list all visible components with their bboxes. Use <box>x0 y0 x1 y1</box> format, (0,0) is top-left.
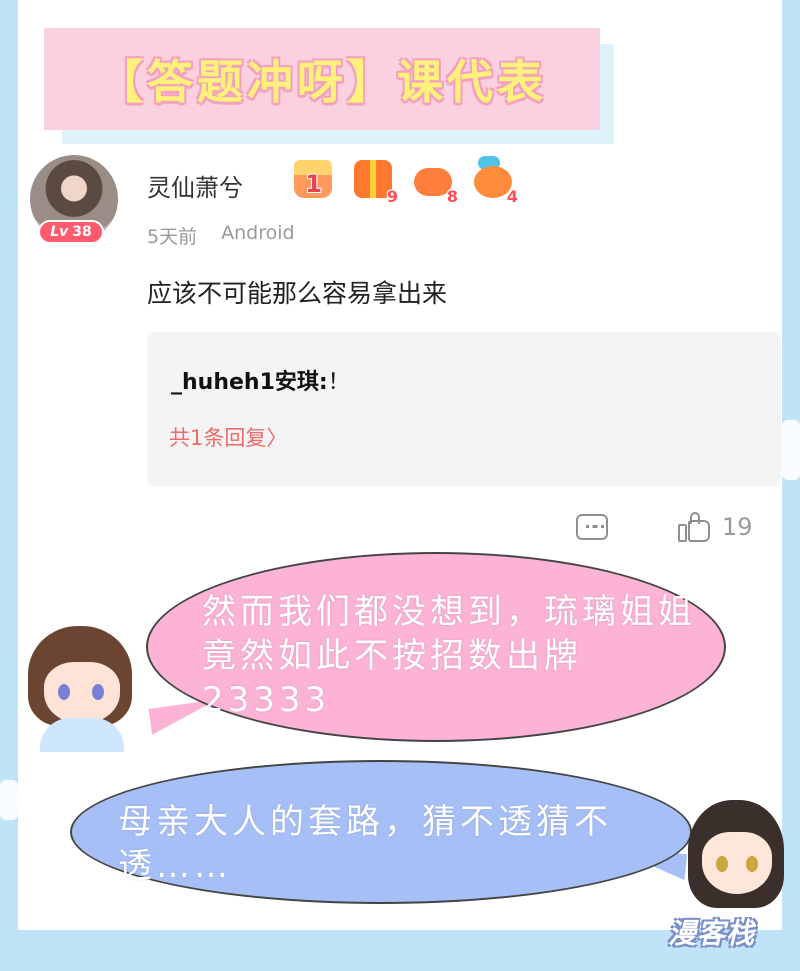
banner-title: 【答题冲呀】课代表 <box>97 55 547 109</box>
background-decoration <box>782 420 800 480</box>
reply-box[interactable]: _huheh1安琪:！ 共1条回复〉 <box>147 332 781 486</box>
level-prefix: Lv <box>50 224 69 240</box>
medal-count: 9 <box>386 187 398 206</box>
comment-icon[interactable] <box>576 514 608 540</box>
birthday-cake-medal-icon[interactable]: 1 <box>290 156 336 202</box>
background-decoration <box>0 780 18 820</box>
medal-count: 8 <box>446 187 458 206</box>
chat-bubble-medal-icon[interactable]: 4 <box>470 156 518 206</box>
comment-text: 应该不可能那么容易拿出来 <box>147 279 448 308</box>
gamepad-medal-icon[interactable]: 8 <box>410 156 458 206</box>
pink-bubble-text: 然而我们都没想到，琉璃姐姐竟然如此不按招数出牌23333 <box>202 592 696 720</box>
view-replies-label: 共1条回复 <box>169 426 267 450</box>
chibi-boy-face <box>702 832 772 894</box>
reply-preview: _huheh1安琪:！ <box>171 364 350 396</box>
chevron-right-icon: 〉 <box>266 426 288 450</box>
thumbs-up-icon[interactable] <box>678 512 712 542</box>
comment-platform: Android <box>221 222 295 244</box>
medal-list: 1 9 8 4 <box>290 156 518 206</box>
chibi-girl-face <box>44 662 120 724</box>
username[interactable]: 灵仙萧兮 <box>147 168 243 203</box>
chibi-girl-body <box>40 718 124 752</box>
watermark-logo: 漫客栈 <box>668 917 756 950</box>
comment-actions: 19 <box>576 512 753 542</box>
comment-meta: 5天前 Android <box>147 222 295 249</box>
level-badge: Lv 38 <box>38 220 104 244</box>
gift-box-medal-icon[interactable]: 9 <box>350 156 398 206</box>
reply-text: ！ <box>327 370 350 395</box>
medal-count: 1 <box>305 170 322 198</box>
like-count: 19 <box>722 513 753 541</box>
blue-bubble-text: 母亲大人的套路，猜不透猜不透…… <box>118 802 612 886</box>
banner: 【答题冲呀】课代表 <box>44 28 600 130</box>
level-number: 38 <box>72 224 92 240</box>
reply-author[interactable]: _huheh1安琪 <box>171 370 319 395</box>
comment-time: 5天前 <box>147 226 198 248</box>
reply-separator: : <box>318 370 328 395</box>
view-replies-link[interactable]: 共1条回复〉 <box>169 422 287 452</box>
medal-count: 4 <box>506 187 518 206</box>
